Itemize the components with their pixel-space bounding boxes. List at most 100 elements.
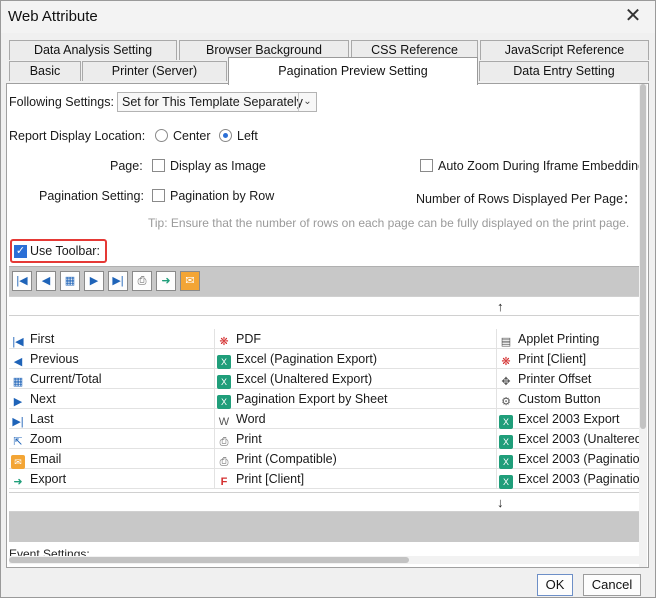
arrow-down-icon[interactable]: ↓	[497, 493, 504, 513]
web-attribute-dialog: Web Attribute ✕ Data Analysis Setting Br…	[0, 0, 656, 598]
rows-per-page-label: Number of Rows Displayed Per Page：	[416, 192, 636, 206]
list-item: ▦ Current/Total X Excel (Unaltered Export)…	[9, 369, 641, 389]
list-cell[interactable]: ⇱ Zoom	[9, 429, 214, 449]
list-cell[interactable]: ▤ Applet Printing	[496, 329, 641, 349]
list-item: |◀ First ❋ PDF ▤ Applet Printing	[9, 329, 641, 349]
use-toolbar-label: Use Toolbar:	[30, 244, 100, 258]
following-settings-label: Following Settings:	[9, 95, 114, 109]
excel-icon: X	[499, 435, 513, 449]
list-cell[interactable]: X Pagination Export by Sheet	[214, 389, 496, 409]
list-cell[interactable]: X Excel 2003 (Unaltered	[496, 429, 641, 449]
close-icon[interactable]: ✕	[621, 4, 645, 28]
next-icon[interactable]: ▶	[84, 271, 104, 291]
previous-icon: ◀	[13, 356, 23, 368]
toolbar-preview: |◀ ◀ ▦ ▶ ▶| ⎙ ➜ ✉	[9, 266, 641, 296]
applet-icon: ▤	[500, 336, 512, 348]
previous-icon[interactable]: ◀	[36, 271, 56, 291]
pdf-icon: ❋	[219, 336, 229, 348]
display-as-image-checkbox[interactable]	[152, 159, 165, 172]
export-icon[interactable]: ➜	[156, 271, 176, 291]
email-icon: ✉	[11, 455, 25, 469]
list-cell[interactable]: ▶| Last	[9, 409, 214, 429]
first-icon: |◀	[12, 336, 24, 348]
list-cell[interactable]: F Print [Client]	[214, 469, 496, 489]
auto-zoom-label: Auto Zoom During Iframe Embedding	[438, 159, 646, 173]
available-buttons-list: |◀ First ❋ PDF ▤ Applet Printing ◀ Previous …	[9, 329, 641, 489]
ok-button[interactable]: OK	[537, 574, 573, 596]
move-down-row: ↓	[9, 492, 641, 512]
flash-print-icon: F	[220, 476, 228, 488]
word-icon: W	[218, 416, 230, 428]
print-icon[interactable]: ⎙	[132, 271, 152, 291]
use-toolbar-checkbox[interactable]: ✓	[14, 245, 27, 258]
list-item: ⇱ Zoom ⎙ Print X Excel 2003 (Unaltered	[9, 429, 641, 449]
excel-icon: X	[499, 415, 513, 429]
auto-zoom-checkbox[interactable]	[420, 159, 433, 172]
list-cell[interactable]: X Excel (Pagination Export)	[214, 349, 496, 369]
following-settings-value: Set for This Template Separately	[122, 95, 303, 109]
tab-basic[interactable]: Basic	[9, 61, 81, 81]
scrollbar-thumb[interactable]	[640, 84, 646, 429]
list-item: ▶| Last W Word X Excel 2003 Export	[9, 409, 641, 429]
display-as-image-label: Display as Image	[170, 159, 266, 173]
print-icon: ⎙	[219, 456, 229, 468]
email-icon[interactable]: ✉	[180, 271, 200, 291]
list-cell[interactable]: |◀ First	[9, 329, 214, 349]
radio-center-label: Center	[173, 129, 211, 143]
arrow-up-icon[interactable]: ↑	[497, 297, 504, 317]
pagination-preview-panel: Following Settings: Set for This Templat…	[6, 83, 649, 568]
list-cell[interactable]: ❋ Print [Client]	[496, 349, 641, 369]
following-settings-select[interactable]: Set for This Template Separately ⌄	[117, 92, 317, 112]
chevron-down-icon: ⌄	[298, 93, 316, 111]
list-cell[interactable]: ▦ Current/Total	[9, 369, 214, 389]
list-cell[interactable]: X Excel 2003 (Pagination	[496, 469, 641, 489]
report-location-label: Report Display Location:	[9, 129, 146, 143]
current-total-icon[interactable]: ▦	[60, 271, 80, 291]
toolbar-bottom-preview	[9, 512, 641, 542]
list-cell[interactable]: ➜ Export	[9, 469, 214, 489]
excel-icon: X	[217, 355, 231, 369]
current-total-icon: ▦	[12, 376, 24, 388]
cancel-button[interactable]: Cancel	[583, 574, 641, 596]
excel-icon: X	[217, 395, 231, 409]
last-icon[interactable]: ▶|	[108, 271, 128, 291]
list-cell[interactable]: X Excel 2003 Export	[496, 409, 641, 429]
list-cell[interactable]: ⎙ Print	[214, 429, 496, 449]
list-cell[interactable]: ▶ Next	[9, 389, 214, 409]
move-up-row: ↑	[9, 296, 641, 316]
excel-icon: X	[499, 475, 513, 489]
list-cell[interactable]: X Excel (Unaltered Export)	[214, 369, 496, 389]
title-bar: Web Attribute ✕	[1, 1, 655, 33]
pdf-print-icon: ❋	[501, 356, 511, 368]
list-cell[interactable]: ⎙ Print (Compatible)	[214, 449, 496, 469]
list-item: ▶ Next X Pagination Export by Sheet ⚙ Custo…	[9, 389, 641, 409]
list-cell[interactable]: X Excel 2003 (Pagination	[496, 449, 641, 469]
move-icon: ✥	[501, 376, 511, 388]
tab-printer-server[interactable]: Printer (Server)	[82, 61, 227, 81]
next-icon: ▶	[13, 396, 23, 408]
scrollbar-thumb[interactable]	[9, 557, 409, 563]
print-icon: ⎙	[219, 436, 229, 448]
list-cell[interactable]: ✥ Printer Offset	[496, 369, 641, 389]
radio-left[interactable]	[219, 129, 232, 142]
tab-pagination-preview-setting[interactable]: Pagination Preview Setting	[228, 57, 478, 85]
gear-icon: ⚙	[501, 396, 511, 408]
list-cell[interactable]: ✉ Email	[9, 449, 214, 469]
vertical-scrollbar[interactable]	[639, 84, 647, 567]
list-cell[interactable]: ◀ Previous	[9, 349, 214, 369]
horizontal-scrollbar[interactable]	[9, 556, 641, 564]
list-cell[interactable]: W Word	[214, 409, 496, 429]
list-cell[interactable]: ⚙ Custom Button	[496, 389, 641, 409]
list-cell[interactable]: ❋ PDF	[214, 329, 496, 349]
pagination-by-row-label: Pagination by Row	[170, 189, 275, 203]
list-item: ✉ Email ⎙ Print (Compatible) X Excel 2003 (…	[9, 449, 641, 469]
tab-data-analysis-setting[interactable]: Data Analysis Setting	[9, 40, 177, 60]
pagination-by-row-checkbox[interactable]	[152, 189, 165, 202]
zoom-icon: ⇱	[13, 436, 23, 448]
radio-center[interactable]	[155, 129, 168, 142]
list-item: ➜ Export F Print [Client] X Excel 2003 (Pag…	[9, 469, 641, 489]
first-icon[interactable]: |◀	[12, 271, 32, 291]
tab-javascript-reference[interactable]: JavaScript Reference	[480, 40, 649, 60]
list-item: ◀ Previous X Excel (Pagination Export) ❋ Pr…	[9, 349, 641, 369]
tab-data-entry-setting[interactable]: Data Entry Setting	[479, 61, 649, 81]
